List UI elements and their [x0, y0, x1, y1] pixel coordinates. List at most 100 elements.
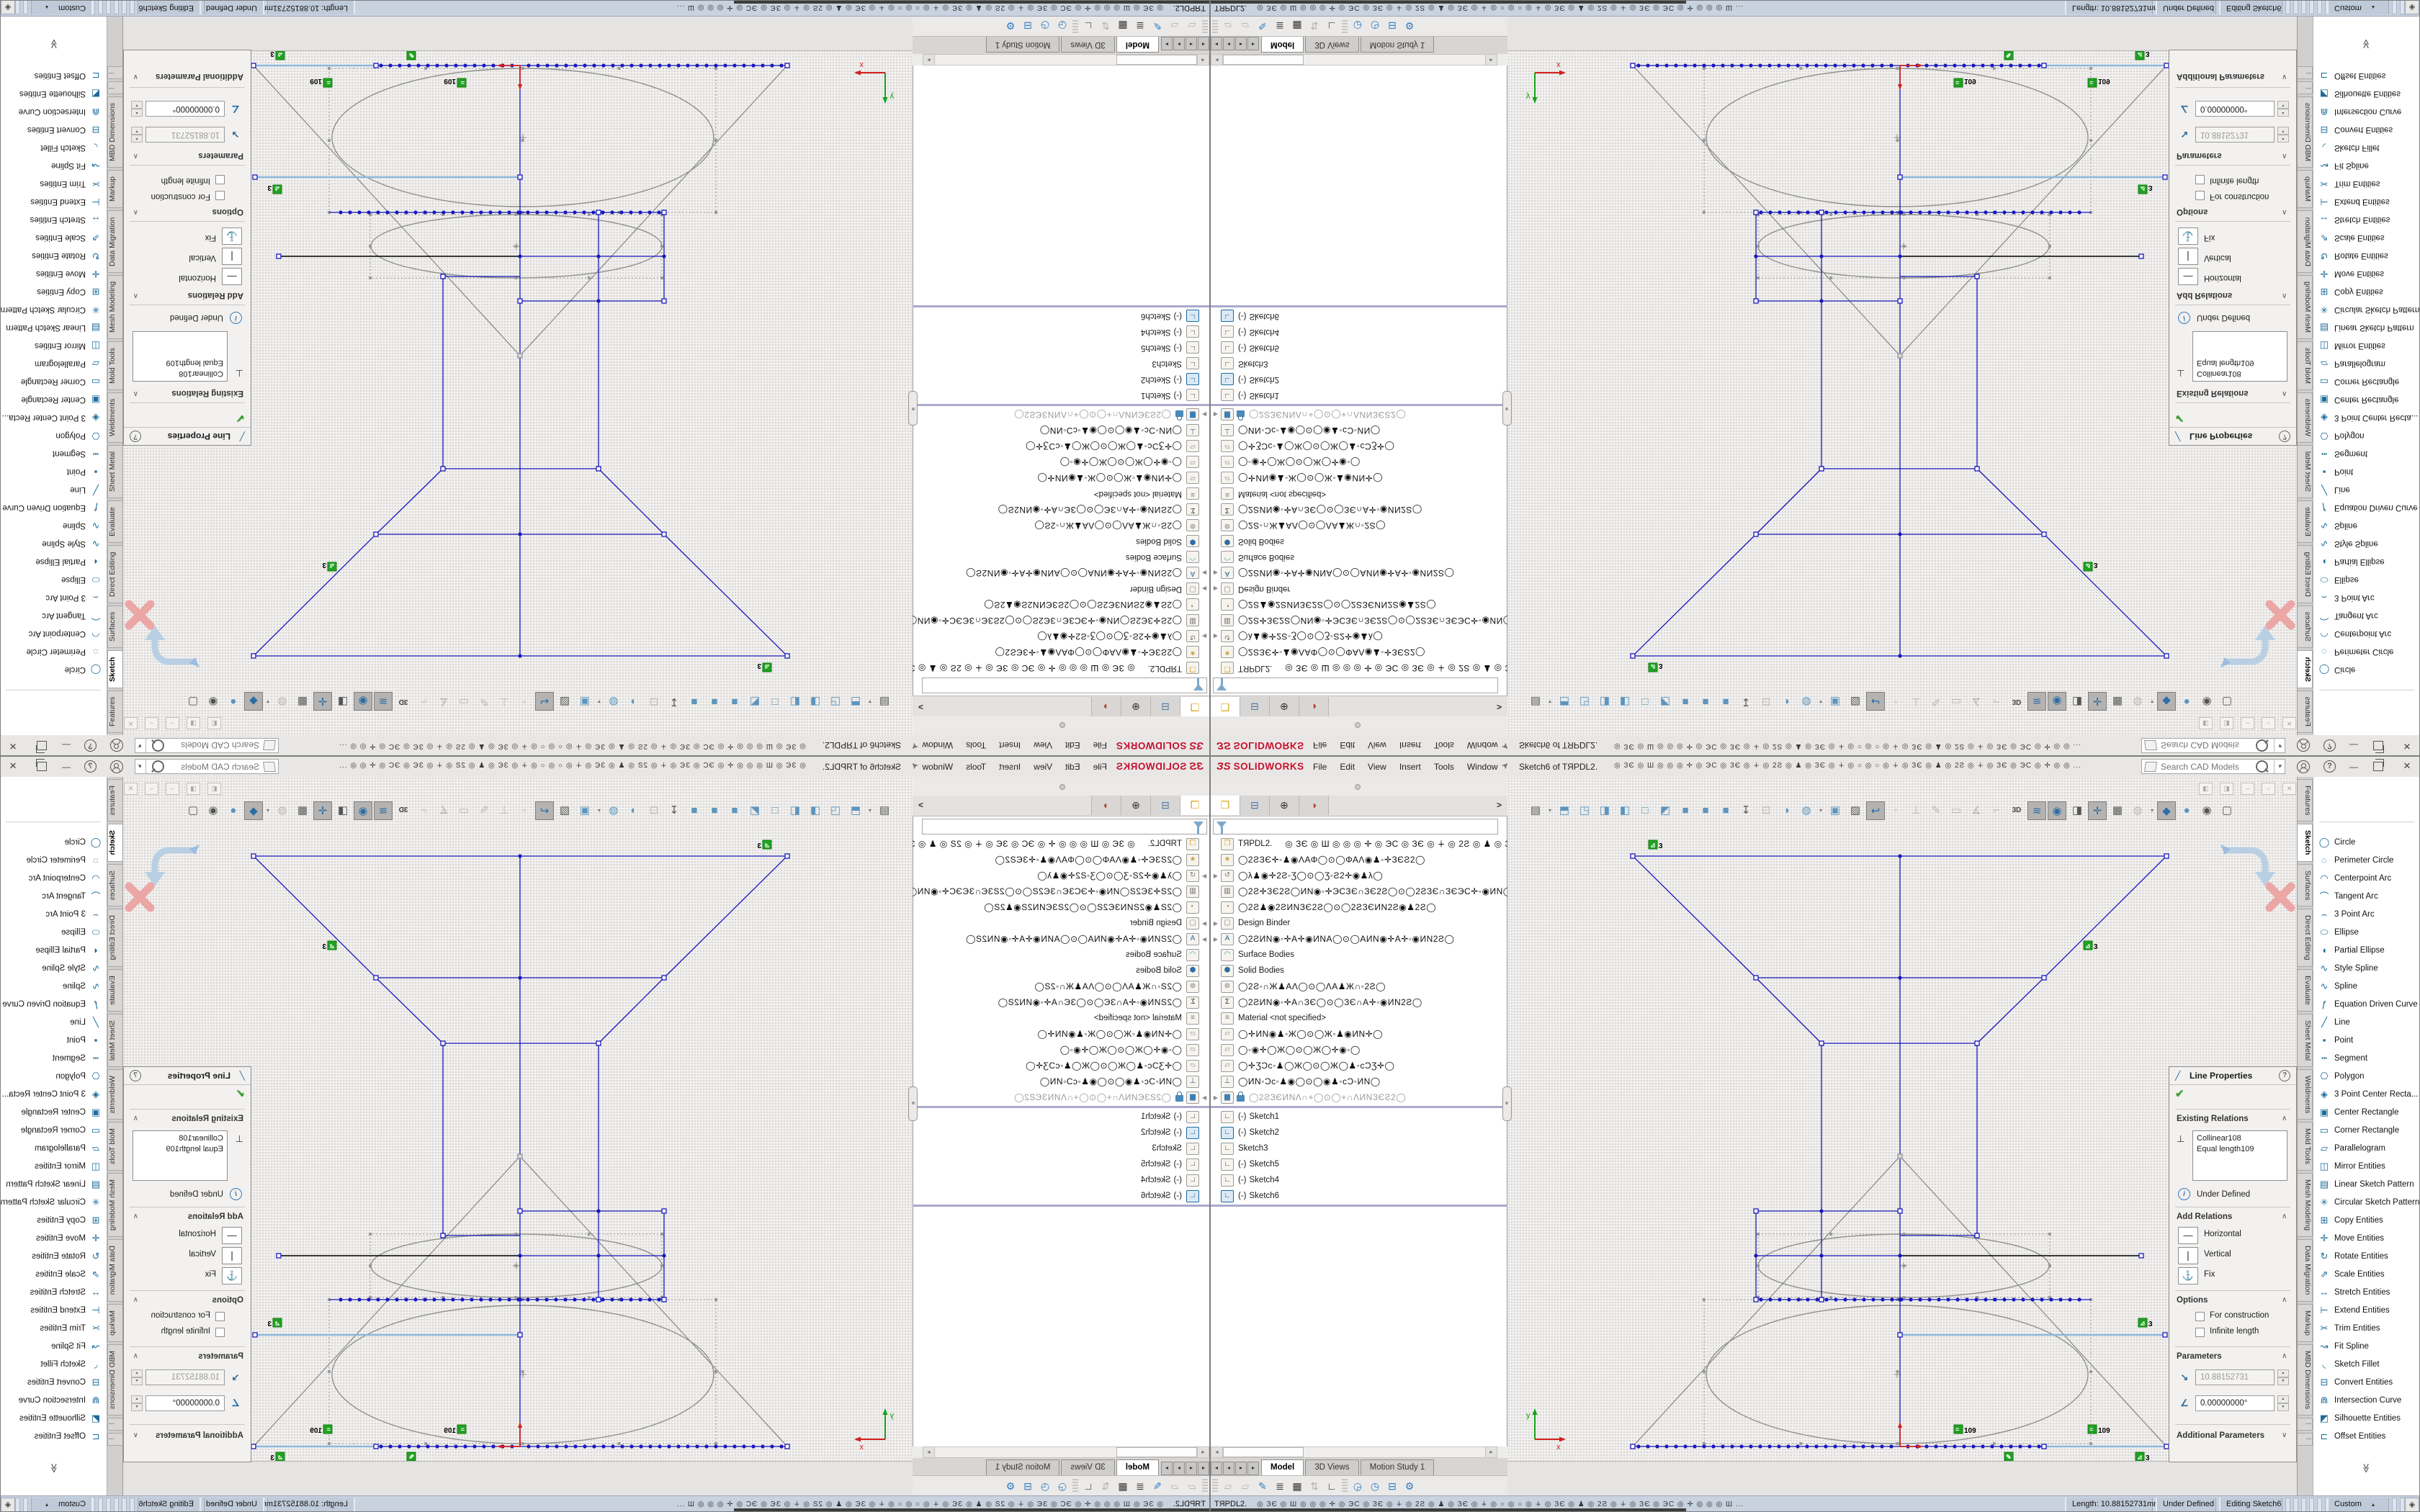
headsup-icon[interactable]: ◉: [2197, 801, 2216, 820]
additional-parameters-header[interactable]: Additional Parameters: [2177, 72, 2264, 81]
feature-manager-tab-3[interactable]: ⊕: [1121, 796, 1150, 815]
search-input[interactable]: [2159, 761, 2256, 773]
dock-left-icon[interactable]: ◧: [207, 783, 221, 795]
tool-scale-entities[interactable]: ⇗Scale Entities: [0, 1265, 102, 1283]
relation-entry[interactable]: Equal length109: [137, 357, 223, 368]
tree-row[interactable]: ⊚◯2Ƨ◦∩Ж♟ΑΛ◯⊙◯ΛΑ♟Ж∩◦2Ƨ◯: [1211, 978, 1507, 994]
user-account-icon[interactable]: [2297, 739, 2310, 752]
spinner-down-icon[interactable]: ▼: [131, 1403, 143, 1411]
dock-left-icon[interactable]: ◧: [2199, 783, 2213, 795]
headsup-icon[interactable]: ↧: [1736, 801, 1755, 820]
headsup-icon[interactable]: ✛: [313, 692, 332, 711]
headsup-icon[interactable]: ⌐: [414, 692, 433, 711]
options-collapse-icon[interactable]: ∧: [2282, 208, 2287, 216]
tree-row[interactable]: Σ◯2ƧИN◉◦✛Α∩ЗЄ◯⊙◯ЗЄ∩Α✛◦◉ИN2Ƨ◯: [1211, 994, 1507, 1010]
headsup-icon[interactable]: ◆: [2157, 692, 2176, 711]
display-toolbar-icon[interactable]: ⊟: [1019, 18, 1036, 34]
parameter-field[interactable]: 10.88152731: [145, 1369, 225, 1385]
tree-filter-box[interactable]: [1213, 678, 1498, 693]
tree-row[interactable]: ▥◯2Ƨ✛ЗЄ2Ƨ◯ИN◉◦✛ЭСЗЄ∩ЗЄ2Ƨ◯⊙◯2ƧЗЄ∩ЗЄЭС✛◦◉И…: [1211, 883, 1507, 899]
display-toolbar-icon[interactable]: ≣: [1271, 1478, 1289, 1494]
tab-nav-button-1[interactable]: ◂: [1198, 37, 1209, 50]
tab-nav-button-1[interactable]: ◂: [1198, 1462, 1209, 1475]
command-tab-weldments[interactable]: Weldments: [2298, 392, 2313, 443]
display-toolbar-icon[interactable]: ✎: [1254, 18, 1271, 34]
tool-intersection-curve[interactable]: ⋒Intersection Curve: [2318, 103, 2420, 121]
menu-tools[interactable]: Tools: [1434, 762, 1454, 772]
relation-button-horizontal[interactable]: Horizontal: [2204, 274, 2241, 282]
ok-check-icon[interactable]: ✔: [2175, 1087, 2184, 1100]
checkbox-for-construction[interactable]: [215, 1312, 225, 1321]
search-box[interactable]: ▾: [135, 738, 279, 753]
headsup-icon[interactable]: ⬒: [1555, 801, 1574, 820]
tool-copy-entities[interactable]: ⊞Copy Entities: [2318, 1211, 2420, 1229]
command-tab-direct-editing[interactable]: Direct Editing: [107, 545, 122, 603]
tool-sketch-fillet[interactable]: ◟Sketch Fillet: [0, 1355, 102, 1373]
headsup-icon[interactable]: ◍: [1797, 692, 1816, 711]
tool-offset-entities[interactable]: ⊏Offset Entities: [0, 1427, 102, 1445]
tool-perimeter-circle[interactable]: ◌Perimeter Circle: [2318, 643, 2420, 661]
tool-center-rectangle[interactable]: ▣Center Rectangle: [2318, 1103, 2420, 1121]
spinner-up-icon[interactable]: ▲: [2277, 109, 2289, 117]
dock-left-icon[interactable]: ◧: [207, 717, 221, 729]
tree-row[interactable]: ∟Sketch3: [1211, 356, 1507, 372]
tool-equation-driven-curve[interactable]: ƒEquation Driven Curve: [2318, 499, 2420, 517]
tab-nav-button-2[interactable]: ◂: [1186, 1462, 1197, 1475]
exit-sketch-icon[interactable]: [120, 598, 207, 678]
panel-splitter-dot[interactable]: [1355, 784, 1361, 790]
menu-file[interactable]: File: [1313, 740, 1327, 750]
display-toolbar-icon[interactable]: ⚙: [1002, 1478, 1019, 1494]
command-tab-mini-2[interactable]: ⁞: [2298, 1433, 2313, 1446]
help-icon[interactable]: ?: [84, 760, 97, 773]
tool-intersection-curve[interactable]: ⋒Intersection Curve: [2318, 1391, 2420, 1409]
relation-button-icon-vertical[interactable]: ❘: [222, 1247, 242, 1264]
tool-circle[interactable]: ◯Circle: [2318, 661, 2420, 679]
doc-close-icon[interactable]: ✕: [2282, 717, 2296, 729]
tool-circular-sketch-pattern[interactable]: ✳Circular Sketch Pattern: [2318, 301, 2420, 319]
tree-row[interactable]: ∟(-) Sketch6: [913, 1188, 1209, 1204]
parameter-field[interactable]: 0.00000000°: [145, 101, 225, 117]
menu-edit[interactable]: Edit: [1340, 762, 1355, 772]
tool-circular-sketch-pattern[interactable]: ✳Circular Sketch Pattern: [2318, 1193, 2420, 1211]
parameters-header[interactable]: Parameters: [198, 151, 243, 160]
tree-row[interactable]: ▱◯◦◉✛◯Ж◯⊙◯Ж◯✛◉◦◯: [913, 454, 1209, 470]
headsup-icon[interactable]: ◑: [624, 692, 643, 711]
tab-nav-button-2[interactable]: ◂: [1223, 37, 1234, 50]
search-box[interactable]: ▾: [135, 759, 279, 774]
tree-row[interactable]: ▱◯✛ƷƆϲ◦♟◯Ж◯⊙◯Ж◯♟◦ϲƆƷ✛◯: [913, 438, 1209, 454]
tool-move-entities[interactable]: ✛Move Entities: [2318, 1229, 2420, 1247]
tool-convert-entities[interactable]: ⊟Convert Entities: [0, 1373, 102, 1391]
options-header[interactable]: Options: [2177, 207, 2208, 216]
tool-sketch-fillet[interactable]: ◟Sketch Fillet: [2318, 139, 2420, 157]
headsup-icon[interactable]: ◉: [2048, 692, 2066, 711]
spinner-down-icon[interactable]: ▼: [131, 127, 143, 135]
parameters-header[interactable]: Parameters: [2177, 1352, 2222, 1361]
headsup-icon[interactable]: ●: [224, 692, 243, 711]
checkbox-infinite-length[interactable]: [2195, 1328, 2205, 1337]
add-relations-header[interactable]: Add Relations: [2177, 291, 2232, 300]
tab-nav-button-4[interactable]: ▸: [1161, 37, 1173, 50]
resource-monitor-icon[interactable]: ◈: [1, 0, 15, 14]
more-tools-chevron[interactable]: ≫: [48, 39, 60, 49]
scroll-thumb[interactable]: [1223, 1447, 1304, 1457]
parameter-field[interactable]: 10.88152731: [2195, 127, 2275, 143]
headsup-icon[interactable]: ▨: [555, 692, 574, 711]
tree-row[interactable]: ❒TЯPDL2.◎ ЗЄ ◎ Ш ◎ ◎ ◎ ✛ ◎ ЭС ◎ ЗЄ ◎ ∔ ◎…: [1211, 836, 1507, 852]
add-relations-collapse-icon[interactable]: ∧: [2282, 292, 2287, 300]
tool-partial-ellipse[interactable]: ◖Partial Ellipse: [0, 553, 102, 571]
display-toolbar-icon[interactable]: ∟: [1323, 1478, 1340, 1494]
magnifier-icon[interactable]: [152, 739, 164, 752]
command-tab-mini-1[interactable]: ⁞: [2298, 81, 2313, 94]
headsup-icon[interactable]: □: [1636, 801, 1654, 820]
menu-insert[interactable]: Insert: [999, 740, 1021, 750]
display-toolbar-icon[interactable]: ⊟: [1384, 18, 1401, 34]
tool-convert-entities[interactable]: ⊟Convert Entities: [0, 121, 102, 139]
relation-button-vertical[interactable]: Vertical: [2204, 1250, 2231, 1259]
help-icon[interactable]: ?: [2323, 739, 2336, 752]
tool-stretch-entities[interactable]: ↔Stretch Entities: [0, 1283, 102, 1301]
headsup-icon[interactable]: ▾: [866, 801, 874, 820]
resource-monitor-icon[interactable]: ◈: [2405, 0, 2419, 14]
headsup-icon[interactable]: ◍: [604, 801, 623, 820]
search-input[interactable]: [2159, 740, 2256, 752]
tree-row[interactable]: ◠Surface Bodies: [1211, 947, 1507, 963]
